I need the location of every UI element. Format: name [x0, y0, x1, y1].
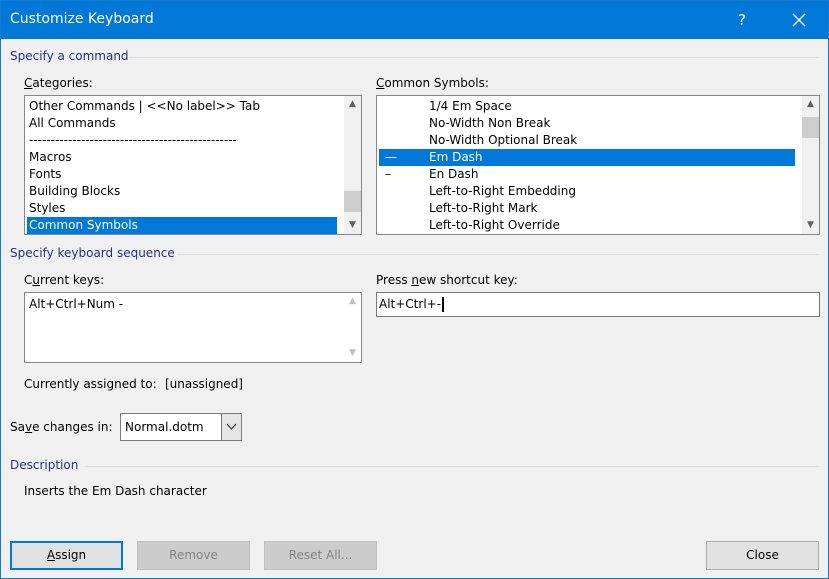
- description-group-label: Description: [10, 458, 79, 472]
- common-symbols-label: Common Symbols:: [376, 76, 489, 90]
- list-item-selected[interactable]: — Em Dash: [379, 149, 795, 166]
- title-bar: Customize Keyboard ?: [1, 1, 828, 39]
- save-changes-select[interactable]: Normal.dotm: [120, 413, 242, 441]
- list-item[interactable]: Left-to-Right Embedding: [379, 183, 795, 200]
- current-keys-label: Current keys:: [24, 273, 105, 287]
- list-item[interactable]: Left-to-Right Mark: [379, 200, 795, 217]
- customize-keyboard-dialog: Customize Keyboard ? Specify a command C…: [0, 0, 829, 579]
- help-icon: ?: [738, 11, 746, 29]
- scroll-up-icon: ▲: [349, 296, 356, 306]
- list-item[interactable]: Other Commands | <<No label>> Tab: [27, 98, 260, 115]
- list-item[interactable]: Styles: [27, 200, 65, 217]
- close-button[interactable]: Close: [706, 541, 819, 570]
- list-item[interactable]: 1/4 Em Space: [379, 98, 795, 115]
- common-symbols-scrollbar[interactable]: ▲ ▼: [802, 96, 819, 234]
- save-changes-value: Normal.dotm: [125, 420, 204, 434]
- scroll-down-icon: ▼: [349, 348, 356, 358]
- dialog-title: Customize Keyboard: [10, 11, 154, 27]
- list-item[interactable]: All Commands: [27, 115, 116, 132]
- scroll-up-icon[interactable]: ▲: [802, 96, 819, 113]
- dropdown-button[interactable]: [221, 414, 241, 440]
- categories-label: Categories:: [24, 76, 93, 90]
- scroll-down-icon[interactable]: ▼: [802, 217, 819, 234]
- list-item[interactable]: No-Width Optional Break: [379, 132, 795, 149]
- categories-listbox[interactable]: Other Commands | <<No label>> Tab All Co…: [24, 95, 362, 235]
- scroll-thumb[interactable]: [802, 117, 819, 138]
- common-symbols-listbox[interactable]: 1/4 Em Space No-Width Non Break No-Width…: [376, 95, 820, 235]
- assigned-to-label: Currently assigned to:: [24, 377, 157, 391]
- list-item[interactable]: Macros: [27, 149, 72, 166]
- list-separator: ----------------------------------------…: [29, 133, 237, 147]
- save-changes-label: Save changes in:: [10, 420, 113, 434]
- group-divider: [85, 466, 819, 467]
- list-item[interactable]: Alt+Ctrl+Num -: [27, 296, 123, 313]
- list-item[interactable]: Left-to-Right Override: [379, 217, 795, 234]
- reset-all-button[interactable]: Reset All...: [264, 541, 377, 570]
- remove-button[interactable]: Remove: [137, 541, 250, 570]
- current-keys-scrollbar: ▲ ▼: [344, 293, 361, 362]
- scroll-thumb[interactable]: [344, 191, 361, 212]
- scroll-up-icon[interactable]: ▲: [344, 96, 361, 113]
- assign-button[interactable]: Assign: [10, 541, 123, 570]
- group-divider: [129, 57, 819, 58]
- list-item[interactable]: No-Width Non Break: [379, 115, 795, 132]
- group-divider: [177, 254, 819, 255]
- new-shortcut-value: Alt+Ctrl+-: [379, 297, 445, 312]
- specify-command-group-label: Specify a command: [10, 49, 129, 63]
- assigned-to-value: [unassigned]: [165, 377, 243, 391]
- new-shortcut-input[interactable]: Alt+Ctrl+-: [376, 292, 820, 317]
- chevron-down-icon: [226, 423, 237, 430]
- list-item[interactable]: Building Blocks: [27, 183, 120, 200]
- close-window-button[interactable]: [782, 1, 816, 39]
- scroll-down-icon[interactable]: ▼: [344, 217, 361, 234]
- text-caret: [442, 297, 445, 312]
- new-shortcut-label: Press new shortcut key:: [376, 273, 518, 287]
- list-item[interactable]: – En Dash: [379, 166, 795, 183]
- help-button[interactable]: ?: [725, 1, 759, 39]
- current-keys-listbox[interactable]: Alt+Ctrl+Num - ▲ ▼: [24, 292, 362, 363]
- list-item-selected[interactable]: Common Symbols: [27, 217, 337, 234]
- description-text: Inserts the Em Dash character: [24, 484, 207, 498]
- keyboard-sequence-group-label: Specify keyboard sequence: [10, 246, 175, 260]
- close-icon: [792, 13, 806, 27]
- list-item[interactable]: Fonts: [27, 166, 61, 183]
- categories-scrollbar[interactable]: ▲ ▼: [344, 96, 361, 234]
